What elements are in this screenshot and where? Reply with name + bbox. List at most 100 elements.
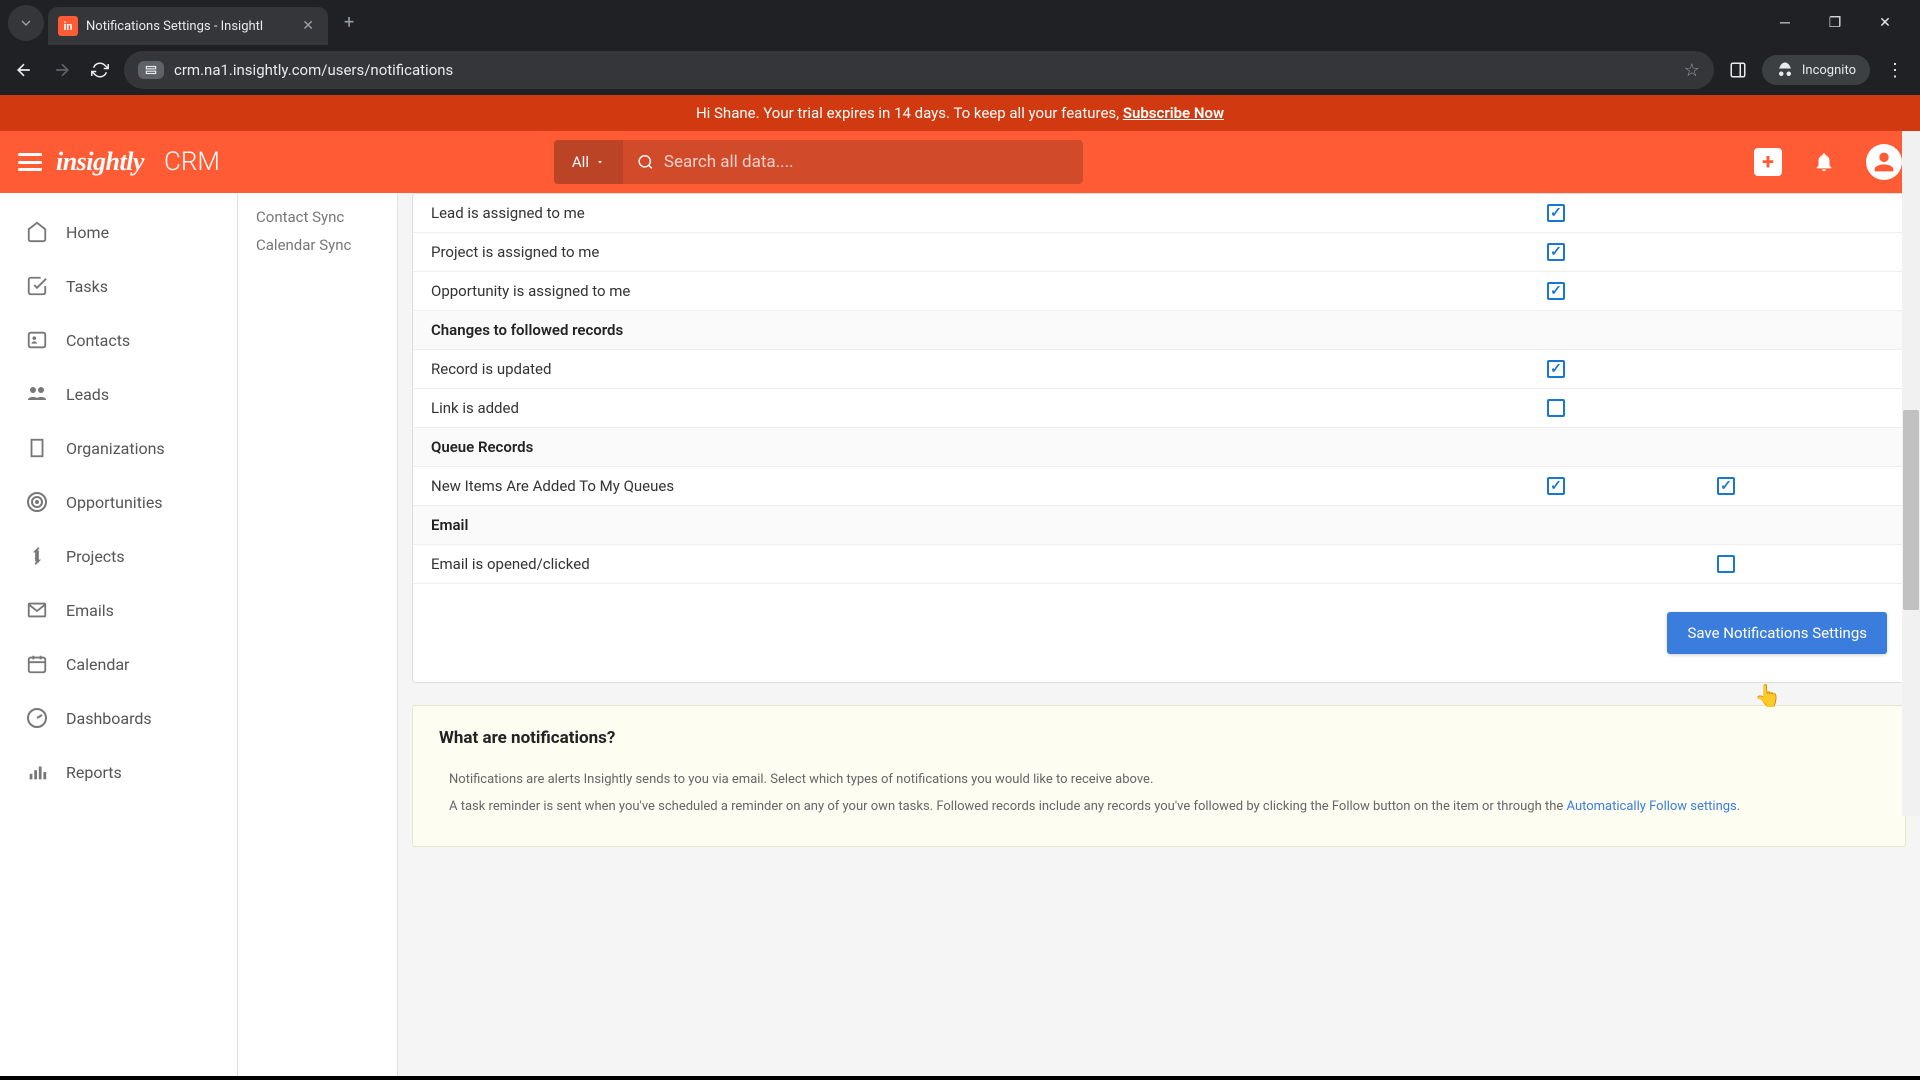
emails-icon: [24, 597, 50, 623]
checkbox-link-col1[interactable]: [1547, 399, 1565, 417]
search-input[interactable]: [664, 152, 1069, 172]
sidebar-item-emails[interactable]: Emails: [0, 583, 237, 637]
sidebar-item-organizations[interactable]: Organizations: [0, 421, 237, 475]
info-paragraph-1: Notifications are alerts Insightly sends…: [439, 770, 1879, 791]
bookmark-icon[interactable]: ☆: [1684, 60, 1700, 81]
reload-button[interactable]: [86, 56, 114, 84]
info-card: What are notifications? Notifications ar…: [412, 705, 1906, 847]
taskbar: [0, 1076, 1920, 1080]
close-window-icon[interactable]: ✕: [1870, 15, 1900, 31]
notif-row-opportunity: Opportunity is assigned to me: [413, 272, 1905, 311]
search-box: [623, 152, 1083, 172]
url-text: crm.na1.insightly.com/users/notification…: [174, 61, 453, 79]
notifications-card: Lead is assigned to me Project is assign…: [412, 193, 1906, 683]
section-label: Queue Records: [431, 438, 1887, 456]
sidebar-item-contacts[interactable]: Contacts: [0, 313, 237, 367]
product-label: CRM: [164, 147, 220, 177]
info-title: What are notifications?: [439, 728, 1879, 748]
sidebar-item-label: Organizations: [66, 439, 165, 458]
notif-label: Record is updated: [431, 360, 1547, 378]
checkbox-queue-col2[interactable]: [1717, 477, 1735, 495]
avatar[interactable]: [1866, 144, 1902, 180]
sidebar-item-dashboards[interactable]: Dashboards: [0, 691, 237, 745]
notif-row-record-updated: Record is updated: [413, 350, 1905, 389]
search-scope-dropdown[interactable]: All: [554, 140, 623, 184]
checkbox-project-col1[interactable]: [1547, 243, 1565, 261]
sidebar-item-calendar[interactable]: Calendar: [0, 637, 237, 691]
address-bar[interactable]: crm.na1.insightly.com/users/notification…: [124, 51, 1714, 89]
side-panel-icon[interactable]: [1724, 56, 1752, 84]
home-icon: [24, 219, 50, 245]
sidebar-item-reports[interactable]: Reports: [0, 745, 237, 799]
favicon-icon: in: [58, 16, 78, 36]
section-header-queue: Queue Records: [413, 428, 1905, 467]
menu-toggle-icon[interactable]: [18, 153, 42, 171]
sub-item-calendar-sync[interactable]: Calendar Sync: [238, 231, 397, 259]
new-tab-button[interactable]: +: [332, 12, 366, 33]
sidebar-item-projects[interactable]: Projects: [0, 529, 237, 583]
sidebar-item-label: Emails: [66, 601, 114, 620]
sidebar-item-label: Reports: [66, 763, 122, 782]
browser-tab[interactable]: in Notifications Settings - Insightl ✕: [48, 7, 328, 45]
tab-search-button[interactable]: [8, 5, 44, 41]
save-notifications-button[interactable]: Save Notifications Settings: [1667, 612, 1887, 654]
main-content: Home Tasks Contacts Leads Organizations …: [0, 193, 1920, 1080]
checkbox-lead-col1[interactable]: [1547, 204, 1565, 222]
sub-sidebar: Contact Sync Calendar Sync: [238, 193, 398, 1080]
forward-button[interactable]: [48, 56, 76, 84]
maximize-icon[interactable]: ❐: [1820, 15, 1850, 31]
site-info-icon[interactable]: [138, 61, 164, 79]
back-button[interactable]: [10, 56, 38, 84]
notif-row-link-added: Link is added: [413, 389, 1905, 428]
info-paragraph-2: A task reminder is sent when you've sche…: [439, 797, 1879, 818]
sidebar-item-label: Opportunities: [66, 493, 163, 512]
contacts-icon: [24, 327, 50, 353]
sidebar-item-label: Dashboards: [66, 709, 152, 728]
notifications-icon[interactable]: [1810, 148, 1838, 176]
app-header: insightly CRM All +: [0, 131, 1920, 193]
checkbox-queue-col1[interactable]: [1547, 477, 1565, 495]
incognito-chip[interactable]: Incognito: [1762, 55, 1870, 85]
section-label: Changes to followed records: [431, 321, 1887, 339]
minimize-icon[interactable]: ─: [1770, 14, 1800, 31]
notif-row-project: Project is assigned to me: [413, 233, 1905, 272]
sidebar-item-label: Contacts: [66, 331, 130, 350]
tasks-icon: [24, 273, 50, 299]
checkbox-email-col2[interactable]: [1717, 555, 1735, 573]
tab-strip: in Notifications Settings - Insightl ✕ +…: [0, 0, 1920, 45]
sidebar-item-label: Calendar: [66, 655, 129, 674]
save-row: Save Notifications Settings: [413, 584, 1905, 682]
search-icon: [637, 153, 654, 171]
scrollbar-thumb[interactable]: [1903, 410, 1919, 610]
notif-label: Link is added: [431, 399, 1547, 417]
sidebar-item-leads[interactable]: Leads: [0, 367, 237, 421]
opportunities-icon: [24, 489, 50, 515]
sidebar-item-tasks[interactable]: Tasks: [0, 259, 237, 313]
organizations-icon: [24, 435, 50, 461]
notif-label: Project is assigned to me: [431, 243, 1547, 261]
checkbox-record-col1[interactable]: [1547, 360, 1565, 378]
checkbox-opportunity-col1[interactable]: [1547, 282, 1565, 300]
sidebar-item-opportunities[interactable]: Opportunities: [0, 475, 237, 529]
notif-label: Email is opened/clicked: [431, 555, 1547, 573]
notif-label: Lead is assigned to me: [431, 204, 1547, 222]
browser-menu-icon[interactable]: ⋮: [1880, 60, 1910, 81]
close-tab-icon[interactable]: ✕: [298, 16, 318, 36]
sub-item-contact-sync[interactable]: Contact Sync: [238, 203, 397, 231]
trial-banner: Hi Shane. Your trial expires in 14 days.…: [0, 95, 1920, 131]
chevron-down-icon: [595, 157, 605, 167]
auto-follow-link[interactable]: Automatically Follow settings: [1567, 799, 1737, 814]
add-button[interactable]: +: [1754, 148, 1782, 176]
sidebar-item-label: Leads: [66, 385, 109, 404]
projects-icon: [24, 543, 50, 569]
logo[interactable]: insightly: [56, 147, 144, 177]
notif-row-queue-items: New Items Are Added To My Queues: [413, 467, 1905, 506]
tab-title: Notifications Settings - Insightl: [86, 19, 290, 34]
address-row: crm.na1.insightly.com/users/notification…: [0, 45, 1920, 95]
info-text-span: A task reminder is sent when you've sche…: [449, 799, 1567, 814]
sidebar-item-home[interactable]: Home: [0, 205, 237, 259]
search-scope-label: All: [572, 153, 589, 171]
subscribe-link[interactable]: Subscribe Now: [1123, 104, 1224, 122]
section-header-email: Email: [413, 506, 1905, 545]
sidebar-nav: Home Tasks Contacts Leads Organizations …: [0, 193, 238, 1080]
